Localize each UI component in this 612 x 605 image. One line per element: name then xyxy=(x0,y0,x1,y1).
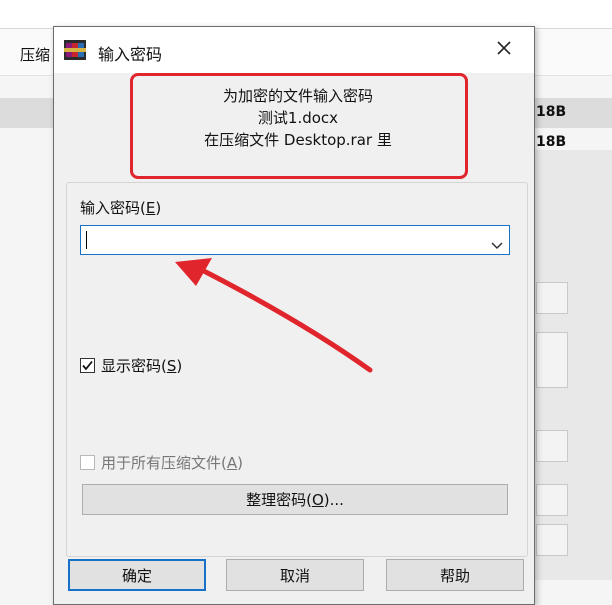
file-size-cell: 18B xyxy=(536,134,567,150)
parent-side-button xyxy=(536,332,568,388)
dialog-titlebar[interactable]: 输入密码 xyxy=(54,27,534,73)
password-input[interactable] xyxy=(80,225,510,255)
parent-window-top xyxy=(0,0,612,28)
annotation-highlight-box xyxy=(130,73,468,179)
show-password-option[interactable]: 显示密码(S) xyxy=(80,355,182,376)
show-password-label: 显示密码(S) xyxy=(101,357,183,375)
organize-passwords-button[interactable]: 整理密码(O)... xyxy=(82,484,508,515)
winrar-icon xyxy=(64,40,86,60)
parent-side-button xyxy=(536,430,568,462)
cancel-button[interactable]: 取消 xyxy=(226,559,364,591)
password-dialog: 输入密码 为加密的文件输入密码 测试1.docx 在压缩文件 Desktop.r… xyxy=(53,26,535,605)
file-size-cell: 18B xyxy=(536,104,567,120)
show-password-checkbox[interactable] xyxy=(80,358,95,373)
close-icon xyxy=(496,40,512,60)
parent-side-button xyxy=(536,484,568,516)
parent-header-label: 压缩 xyxy=(20,46,51,64)
use-for-all-label: 用于所有压缩文件(A) xyxy=(101,454,243,472)
help-button[interactable]: 帮助 xyxy=(386,559,524,591)
parent-side-button xyxy=(536,524,568,556)
checkmark-icon xyxy=(82,360,93,371)
parent-side-button xyxy=(536,282,568,314)
use-for-all-option[interactable]: 用于所有压缩文件(A) xyxy=(80,452,243,473)
dialog-title: 输入密码 xyxy=(98,45,163,64)
text-caret xyxy=(86,231,87,249)
close-button[interactable] xyxy=(484,33,524,67)
password-label: 输入密码(E) xyxy=(80,199,162,217)
ok-button[interactable]: 确定 xyxy=(68,559,206,591)
use-for-all-checkbox[interactable] xyxy=(80,455,95,470)
chevron-down-icon[interactable] xyxy=(491,235,503,254)
